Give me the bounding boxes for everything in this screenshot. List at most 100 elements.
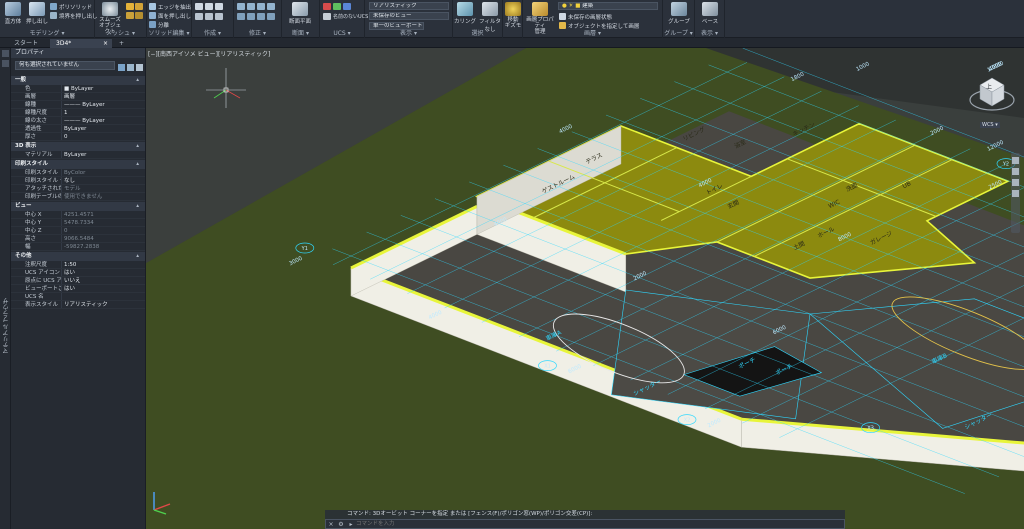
property-value[interactable]: リアリスティック [61,301,145,308]
circle-icon[interactable] [215,3,223,10]
property-value[interactable]: モデル [61,185,145,192]
wrench-icon[interactable]: ⚙ [336,521,346,528]
property-row[interactable]: 厚さ 0 [11,133,145,141]
property-row[interactable]: マテリアル ByLayer [11,151,145,159]
ucs-world-icon[interactable] [333,3,341,10]
chevron-up-icon[interactable]: ▴ [136,252,139,261]
section-plane-button[interactable]: 断面平面 [286,2,314,25]
property-row[interactable]: 印刷テーブルのタイプ使用できません [11,193,145,201]
mesh-sphere-icon[interactable] [126,3,134,10]
rotate-icon[interactable] [247,3,255,10]
property-section-header[interactable]: 印刷スタイル ▴ [11,160,145,169]
property-value[interactable]: 5478.7334 [61,219,145,226]
saved-view-select[interactable]: 未保存のビュー [369,12,449,20]
property-row[interactable]: 色 ■ ByLayer [11,85,145,93]
property-value[interactable]: ByLayer [61,125,145,132]
property-value[interactable]: ——— ByLayer [61,101,145,108]
property-value[interactable]: はい [61,285,145,292]
property-row[interactable]: 線種尺度 1 [11,109,145,117]
property-value[interactable]: 0 [61,227,145,234]
property-value[interactable]: 0 [61,133,145,140]
rectangle-icon[interactable] [205,13,213,20]
array-icon[interactable] [267,13,275,20]
extrude-faces-button[interactable]: 面を押し出し [149,11,191,20]
property-value[interactable]: ByLayer [61,151,145,158]
arc-icon[interactable] [195,13,203,20]
spline-icon[interactable] [215,13,223,20]
new-tab-button[interactable]: + [113,39,130,48]
current-layer-select[interactable]: ● ☀ ■ 建築 [558,2,658,10]
navigation-bar[interactable] [1011,153,1020,233]
property-row[interactable]: アタッチされた印刷テー…モデル [11,185,145,193]
tab-start[interactable]: スタート [8,39,44,48]
property-value[interactable]: 画層 [61,93,145,100]
move-icon[interactable] [237,3,245,10]
culling-button[interactable]: カリング [454,2,476,25]
close-icon[interactable]: × [326,521,336,528]
layer-state-combo[interactable]: 未保存の画層状態 [559,12,612,21]
property-row[interactable]: ビューポートごとの UCSはい [11,285,145,293]
chevron-up-icon[interactable]: ▴ [136,202,139,211]
property-row[interactable]: 中心 Y 5478.7334 [11,219,145,227]
line-icon[interactable] [195,3,203,10]
extrude-button[interactable]: 押し出し [26,2,48,25]
command-input[interactable] [356,520,844,528]
property-section-header[interactable]: 一般 ▴ [11,76,145,85]
model-viewport[interactable]: リビング キッチン 洗面 トイレ UB テラス 玄関 ホール ゲストルーム 土間 浴室 WIC ガレージ… [146,48,1024,529]
move-gizmo-button[interactable]: 移動 ギズモ [503,2,523,29]
pan-icon[interactable] [1012,168,1019,175]
property-section-header[interactable]: 3D 表示 ▴ [11,142,145,151]
property-row[interactable]: 注釈尺度 1:50 [11,261,145,269]
copy-icon[interactable] [257,3,265,10]
trim-icon[interactable] [247,13,255,20]
property-row[interactable]: 幅 -59827.2838 [11,243,145,251]
ucs-view-icon[interactable] [343,3,351,10]
visual-style-select[interactable]: リアリスティック [369,2,449,10]
property-section-header[interactable]: ビュー ▴ [11,202,145,211]
property-row[interactable]: 原点に UCS アイコンいいえ [11,277,145,285]
property-value[interactable] [61,293,145,300]
view-cube[interactable]: 上 WCS ▾ [968,70,1016,130]
wcs-menu[interactable]: WCS ▾ [980,122,1000,128]
mesh-cone-icon[interactable] [126,12,134,19]
extract-edges-button[interactable]: エッジを抽出 [149,2,191,11]
property-value[interactable]: はい [61,269,145,276]
property-value[interactable]: 1 [61,109,145,116]
material-browser-label[interactable]: マテリアル ブラウザ [2,298,11,354]
viewport-controls-label[interactable]: [−][南西アイソメ ビュー][リアリスティック] [148,49,270,58]
selection-select[interactable]: 何も選択されていません [15,61,115,70]
property-section-header[interactable]: その他 ▴ [11,252,145,261]
property-row[interactable]: UCS アイコン オンはい [11,269,145,277]
chevron-up-icon[interactable]: ▴ [136,142,139,151]
palette-settings-icon[interactable] [2,60,9,67]
erase-icon[interactable] [257,13,265,20]
property-row[interactable]: 画層 画層 [11,93,145,101]
polysolid-button[interactable]: ポリソリッド [50,2,92,11]
tab-3d4[interactable]: 3D4* × [50,39,112,48]
property-row[interactable]: 印刷スタイル ByColor [11,169,145,177]
property-value[interactable]: 1:50 [61,261,145,268]
property-value[interactable]: ——— ByLayer [61,117,145,124]
property-row[interactable]: 透過性 ByLayer [11,125,145,133]
property-row[interactable]: 線の太さ ——— ByLayer [11,117,145,125]
polyline-icon[interactable] [205,3,213,10]
property-value[interactable]: 4251.4571 [61,211,145,218]
property-row[interactable]: 表示スタイル リアリスティック [11,301,145,309]
pickadd-icon[interactable] [136,64,143,71]
property-value[interactable]: ByColor [61,169,145,176]
property-row[interactable]: 線種 ——— ByLayer [11,101,145,109]
property-value[interactable]: 使用できません [61,193,145,200]
property-row[interactable]: 高さ 9066.5484 [11,235,145,243]
base-button[interactable]: ベース [698,2,722,25]
chevron-up-icon[interactable]: ▴ [136,76,139,85]
property-value[interactable]: なし [61,177,145,184]
ucs-origin-icon[interactable] [323,13,331,20]
mesh-wedge-icon[interactable] [135,12,143,19]
orbit-icon[interactable] [1012,190,1019,197]
unsaved-ucs-combo[interactable]: 名前のないUCS [333,12,368,21]
mirror-icon[interactable] [267,3,275,10]
box-button[interactable]: 直方体 [2,2,24,25]
scale-icon[interactable] [237,13,245,20]
ucs-icon[interactable] [323,3,331,10]
steering-wheel-icon[interactable] [1012,157,1019,164]
